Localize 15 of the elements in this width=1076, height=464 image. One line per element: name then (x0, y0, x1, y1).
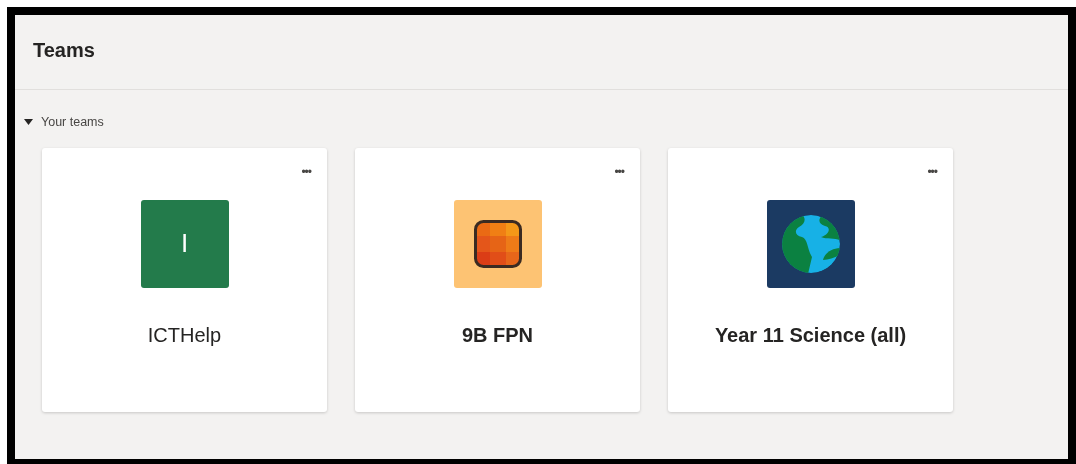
team-name: ICTHelp (147, 322, 222, 348)
globe-icon (780, 213, 841, 274)
team-card[interactable]: ••• Year 11 Science (all) (668, 147, 953, 412)
section-label[interactable]: Your teams (41, 113, 104, 132)
more-options-button[interactable]: ••• (301, 165, 311, 178)
more-options-button[interactable]: ••• (927, 165, 937, 178)
avatar-initial: I (180, 227, 189, 261)
team-name: Year 11 Science (all) (714, 322, 907, 348)
grid-icon (473, 219, 522, 268)
team-card[interactable]: ••• 9B FPN (355, 147, 640, 412)
team-card[interactable]: ••• I ICTHelp (42, 147, 327, 412)
team-name: 9B FPN (461, 322, 534, 348)
more-options-button[interactable]: ••• (614, 165, 624, 178)
caret-icon[interactable] (24, 119, 33, 126)
page-title: Teams (33, 39, 95, 61)
